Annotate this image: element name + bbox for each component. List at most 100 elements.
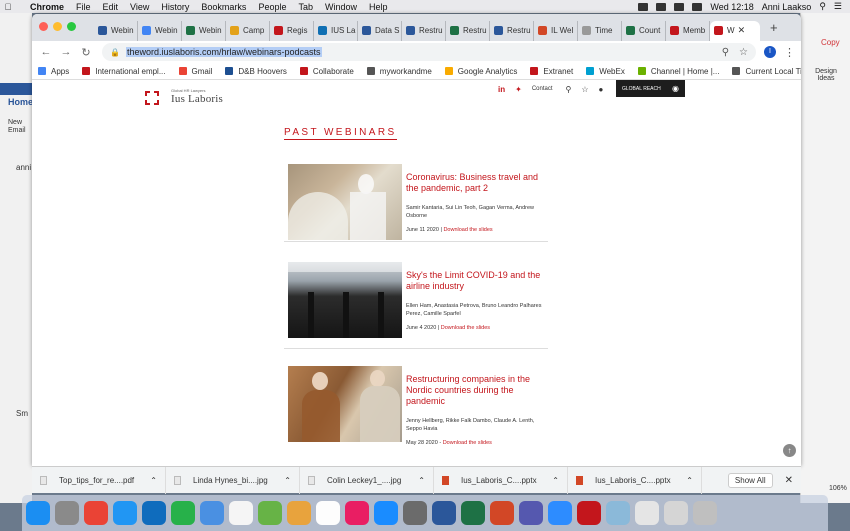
bookmark-item[interactable]: International empl... <box>82 67 166 76</box>
new-email-button[interactable]: New Email <box>8 119 28 135</box>
tab-item[interactable]: Time <box>578 20 622 41</box>
wifi-icon[interactable] <box>674 2 685 11</box>
more-menu-icon[interactable]: ⋮ <box>784 46 795 59</box>
home-tab[interactable]: Home <box>8 97 33 107</box>
bookmark-item[interactable]: Google Analytics <box>444 67 517 76</box>
menu-people[interactable]: People <box>258 2 286 12</box>
bookmark-item[interactable]: WebEx <box>586 67 625 76</box>
menu-view[interactable]: View <box>130 2 149 12</box>
menu-edit[interactable]: Edit <box>103 2 119 12</box>
clock[interactable]: Wed 12:18 <box>710 2 753 12</box>
download-slides-link[interactable]: Download the slides <box>443 227 492 233</box>
minimize-window-button[interactable] <box>53 22 62 31</box>
close-icon[interactable]: ✕ <box>738 25 746 36</box>
dock-app-icon[interactable] <box>664 501 688 525</box>
tab-item[interactable]: Restru <box>446 20 490 41</box>
dock-app-icon[interactable] <box>577 501 601 525</box>
linkedin-icon[interactable]: in <box>498 85 505 94</box>
dock-app-icon[interactable] <box>113 501 137 525</box>
close-window-button[interactable] <box>39 22 48 31</box>
dock-app-icon[interactable] <box>490 501 514 525</box>
menu-window[interactable]: Window <box>325 2 357 12</box>
global-reach-button[interactable]: GLOBAL REACH ◉ <box>616 80 685 97</box>
bookmark-item[interactable]: Gmail <box>178 67 212 76</box>
bookmark-item[interactable]: D&B Hoovers <box>225 67 287 76</box>
dock-app-icon[interactable] <box>432 501 456 525</box>
tab-item[interactable]: Count <box>622 20 666 41</box>
tab-item[interactable]: Restru <box>490 20 534 41</box>
download-item[interactable]: Ius_Laboris_C....pptx ⌃ <box>568 466 702 494</box>
lock-icon[interactable]: 🔒 <box>110 48 120 57</box>
dock-app-icon[interactable] <box>171 501 195 525</box>
dock-app-icon[interactable] <box>693 501 717 525</box>
download-slides-link[interactable]: Download the slides <box>441 325 490 331</box>
tab-item[interactable]: Data S <box>358 20 402 41</box>
webinar-item[interactable]: Coronavirus: Business travel and the pan… <box>284 164 548 242</box>
new-tab-button[interactable]: + <box>770 20 778 35</box>
menu-help[interactable]: Help <box>369 2 388 12</box>
copy-button[interactable]: Copy <box>821 38 840 47</box>
dock-app-icon[interactable] <box>606 501 630 525</box>
dock-app-icon[interactable] <box>258 501 282 525</box>
dock-app-icon[interactable] <box>461 501 485 525</box>
tab-item[interactable]: Regis <box>270 20 314 41</box>
tab-item[interactable]: Webin <box>138 20 182 41</box>
dock-app-icon[interactable] <box>316 501 340 525</box>
tab-item[interactable]: Webin <box>94 20 138 41</box>
status-icon[interactable] <box>638 2 649 11</box>
chevron-up-icon[interactable]: ⌃ <box>284 476 291 485</box>
dock-app-icon[interactable] <box>403 501 427 525</box>
show-all-downloads-button[interactable]: Show All <box>727 472 773 488</box>
dock-app-icon[interactable] <box>548 501 572 525</box>
apple-icon[interactable]:  <box>0 2 16 12</box>
user-name[interactable]: Anni Laakso <box>762 2 812 12</box>
dock-app-icon[interactable] <box>229 501 253 525</box>
tab-item[interactable]: Webin <box>182 20 226 41</box>
chevron-up-icon[interactable]: ⌃ <box>150 476 157 485</box>
menu-list-icon[interactable]: ☰ <box>834 1 842 12</box>
dock-app-icon[interactable] <box>26 501 50 525</box>
back-arrow-icon[interactable]: ← <box>38 46 54 58</box>
webinar-item[interactable]: Sky's the Limit COVID-19 and the airline… <box>284 262 548 349</box>
user-icon[interactable]: ● <box>599 85 604 94</box>
chevron-up-icon[interactable]: ⌃ <box>686 476 693 485</box>
design-ideas-button[interactable]: Design Ideas <box>811 68 841 82</box>
tab-active[interactable]: W ✕ <box>710 20 760 41</box>
bookmark-item[interactable]: Current Local Tim... <box>732 67 801 76</box>
webinar-thumbnail[interactable] <box>288 262 402 338</box>
menu-app-chrome[interactable]: Chrome <box>30 2 64 12</box>
reload-icon[interactable]: ↻ <box>78 46 94 59</box>
dock-app-icon[interactable] <box>142 501 166 525</box>
contact-link[interactable]: Contact <box>532 86 553 92</box>
webinar-title[interactable]: Coronavirus: Business travel and the pan… <box>406 172 548 194</box>
search-icon[interactable]: ⚲ <box>819 1 826 12</box>
scroll-to-top-button[interactable]: ↑ <box>783 444 796 457</box>
zoom-search-icon[interactable]: ⚲ <box>722 47 729 58</box>
webinar-thumbnail[interactable] <box>288 366 402 442</box>
star-icon[interactable]: ☆ <box>581 85 588 94</box>
menu-history[interactable]: History <box>161 2 189 12</box>
bookmark-item[interactable]: Channel | Home |... <box>637 67 719 76</box>
dock-app-icon[interactable] <box>200 501 224 525</box>
menu-file[interactable]: File <box>76 2 91 12</box>
tab-item[interactable]: IL Wel <box>534 20 578 41</box>
webinar-thumbnail[interactable] <box>288 164 402 240</box>
bookmark-item[interactable]: Collaborate <box>299 67 354 76</box>
download-item[interactable]: Colin Leckey1_....jpg ⌃ <box>300 466 434 494</box>
menu-bookmarks[interactable]: Bookmarks <box>201 2 246 12</box>
forward-arrow-icon[interactable]: → <box>58 46 74 58</box>
status-icon[interactable] <box>656 2 667 11</box>
tab-item[interactable]: Camp <box>226 20 270 41</box>
chevron-up-icon[interactable]: ⌃ <box>418 476 425 485</box>
chevron-up-icon[interactable]: ⌃ <box>552 476 559 485</box>
download-item[interactable]: Linda Hynes_bi....jpg ⌃ <box>166 466 300 494</box>
webinar-item[interactable]: Restructuring companies in the Nordic co… <box>284 366 548 466</box>
bookmark-item[interactable]: Extranet <box>530 67 573 76</box>
download-slides-link[interactable]: Download the slides <box>443 440 492 446</box>
dock-app-icon[interactable] <box>345 501 369 525</box>
twitter-icon[interactable]: ✦ <box>515 85 522 94</box>
bookmark-item[interactable]: Apps <box>38 67 69 76</box>
download-item[interactable]: Ius_Laboris_C....pptx ⌃ <box>434 466 568 494</box>
volume-icon[interactable] <box>692 2 703 11</box>
tab-item[interactable]: IUS La <box>314 20 358 41</box>
